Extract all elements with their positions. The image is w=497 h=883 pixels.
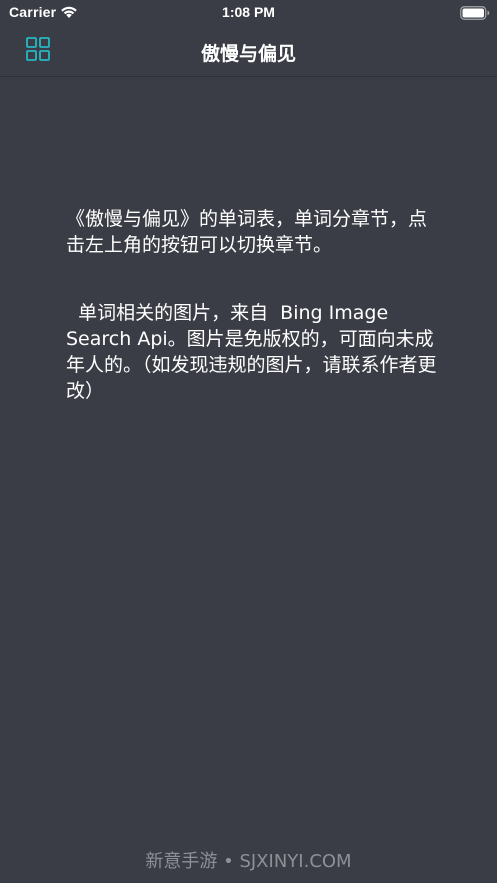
status-bar: Carrier 1:08 PM	[0, 0, 497, 26]
intro-paragraph-wordlist: 《傲慢与偏见》的单词表，单词分章节，点击左上角的按钮可以切换章节。	[66, 208, 428, 256]
battery-icon	[460, 5, 490, 20]
page-title: 傲慢与偏见	[200, 43, 296, 65]
intro-text: 《傲慢与偏见》的单词表，单词分章节，点击左上角的按钮可以切换章节。 单词相关的图…	[66, 206, 438, 404]
intro-paragraph-images: 单词相关的图片，来自 Bing Image Search Api。图片是免版权的…	[66, 302, 437, 402]
clock: 1:08 PM	[222, 4, 275, 20]
navigation-bar: 傲慢与偏见	[0, 26, 497, 77]
watermark: 新意手游 • SJXINYI.COM	[145, 851, 352, 872]
